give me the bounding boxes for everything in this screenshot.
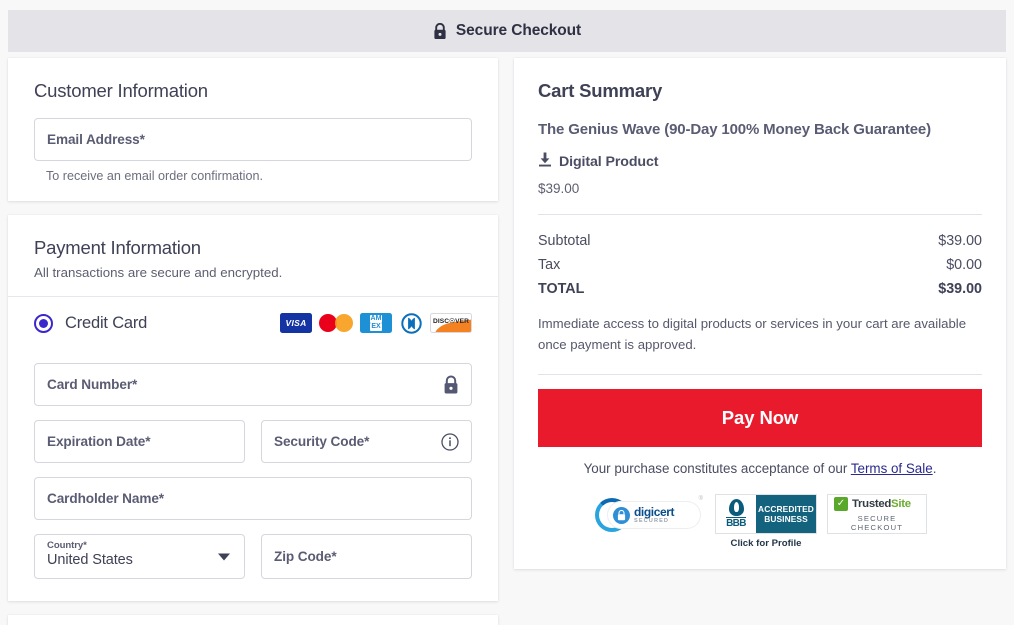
info-icon[interactable]: [441, 432, 459, 451]
expiry-security-row: Expiration Date* Security Code*: [34, 420, 472, 463]
email-helper-text: To receive an email order confirmation.: [46, 169, 263, 183]
cart-summary-card: Cart Summary The Genius Wave (90-Day 100…: [514, 58, 1006, 570]
trustedsite-box: ✓ TrustedSite SECURE CHECKOUT: [827, 494, 927, 535]
tax-label: Tax: [538, 256, 561, 273]
bbb-box: BBB ACCREDITED BUSINESS: [715, 494, 817, 535]
amex-logo: AM EX: [360, 313, 392, 333]
mastercard-orange-circle: [335, 314, 353, 332]
total-value: $39.00: [938, 280, 982, 297]
left-column: Customer Information Email Address* To r…: [8, 58, 498, 625]
radio-selected-dot: [39, 318, 48, 328]
terms-of-sale-link[interactable]: Terms of Sale: [851, 461, 933, 476]
bbb-torch-icon: [728, 499, 744, 517]
discover-logo: DISC☉VER: [430, 313, 472, 333]
digicert-pill: digicert SECURED: [607, 501, 701, 530]
email-field-placeholder: Email Address*: [47, 132, 145, 147]
bbb-line-1: ACCREDITED: [758, 503, 814, 514]
tax-row: Tax $0.00: [538, 253, 982, 277]
cardholder-name-placeholder: Cardholder Name*: [47, 491, 165, 506]
zip-code-field[interactable]: Zip Code*: [261, 534, 472, 579]
email-field[interactable]: Email Address*: [34, 118, 472, 161]
trustedsite-name-b: Site: [891, 497, 911, 510]
visa-logo: VISA: [280, 313, 312, 333]
pay-now-button[interactable]: Pay Now: [538, 389, 982, 448]
terms-note-prefix: Your purchase constitutes acceptance of …: [583, 461, 851, 477]
right-column: Cart Summary The Genius Wave (90-Day 100…: [514, 58, 1006, 583]
delivery-type-label: Digital Product: [559, 153, 659, 170]
amex-line-2: EX: [370, 323, 382, 331]
check-icon: ✓: [834, 496, 848, 511]
payment-information-subtitle: All transactions are secure and encrypte…: [34, 265, 283, 280]
expiration-date-placeholder: Expiration Date*: [47, 434, 151, 449]
credit-card-option-row[interactable]: Credit Card VISA AM EX DISC☉VER: [8, 297, 498, 345]
download-icon: [538, 152, 552, 172]
terms-note-suffix: .: [932, 461, 937, 477]
chevron-down-icon: [218, 553, 230, 560]
bbb-badge[interactable]: BBB ACCREDITED BUSINESS Click for Profil…: [715, 494, 817, 549]
trustedsite-wordmark: TrustedSite: [852, 498, 911, 510]
zip-code-placeholder: Zip Code*: [274, 549, 337, 564]
digicert-secured-label: SECURED: [634, 517, 670, 524]
country-zip-row: Country* United States Zip Code*: [34, 534, 472, 579]
amex-line-1: AM: [369, 315, 383, 323]
bbb-logo: BBB: [716, 495, 756, 534]
lock-icon: [443, 375, 459, 394]
total-label: TOTAL: [538, 280, 585, 297]
discover-wordmark: DISC☉VER: [432, 318, 470, 325]
trustedsite-top: ✓ TrustedSite: [834, 496, 920, 511]
trustedsite-name-a: Trusted: [852, 497, 892, 510]
secure-checkout-header: Secure Checkout: [8, 10, 1006, 52]
digicert-text: digicert SECURED: [634, 504, 675, 525]
credit-card-label: Credit Card: [65, 313, 148, 332]
terms-note: Your purchase constitutes acceptance of …: [538, 461, 982, 476]
product-price: $39.00: [538, 180, 580, 196]
country-select[interactable]: Country* United States: [34, 534, 245, 579]
trustedsite-badge[interactable]: ✓ TrustedSite SECURE CHECKOUT: [827, 494, 927, 535]
credit-card-radio[interactable]: [34, 313, 53, 333]
secure-checkout-title: Secure Checkout: [455, 22, 582, 39]
cart-summary-title: Cart Summary: [538, 80, 663, 101]
delivery-type-row: Digital Product: [538, 152, 982, 172]
digicert-badge[interactable]: digicert SECURED ®: [593, 494, 705, 536]
subtotal-value: $39.00: [938, 232, 982, 249]
payment-information-title: Payment Information: [34, 237, 201, 258]
bbb-click-for-profile[interactable]: Click for Profile: [715, 538, 817, 549]
expiration-date-field[interactable]: Expiration Date*: [34, 420, 245, 463]
trust-badges: digicert SECURED ® BBB ACCREDITED BUSINE…: [538, 494, 982, 549]
total-row: TOTAL $39.00: [538, 277, 982, 301]
country-select-label: Country*: [47, 540, 87, 551]
card-number-placeholder: Card Number*: [47, 377, 138, 392]
bbb-acronym: BBB: [726, 517, 747, 530]
lock-icon: [613, 506, 630, 524]
cart-divider-bottom: [538, 374, 982, 376]
subtotal-row: Subtotal $39.00: [538, 229, 982, 253]
bbb-accredited-text: ACCREDITED BUSINESS: [756, 495, 816, 534]
payment-information-card: Payment Information All transactions are…: [8, 215, 498, 601]
registered-mark-icon: ®: [698, 496, 703, 503]
trustedsite-sub: SECURE CHECKOUT: [850, 513, 904, 532]
cart-divider-top: [538, 213, 982, 215]
customer-information-card: Customer Information Email Address* To r…: [8, 58, 498, 201]
checkout-page: Secure Checkout Customer Information Ema…: [0, 0, 1014, 625]
product-name: The Genius Wave (90-Day 100% Money Back …: [538, 121, 931, 138]
digicert-wordmark: digicert: [634, 504, 675, 519]
tax-value: $0.00: [946, 256, 982, 273]
customer-information-title: Customer Information: [34, 80, 208, 101]
security-code-placeholder: Security Code*: [274, 434, 370, 449]
security-code-field[interactable]: Security Code*: [261, 420, 472, 463]
lock-icon: [433, 22, 447, 40]
bbb-line-2: BUSINESS: [764, 514, 808, 525]
immediate-access-note: Immediate access to digital products or …: [538, 315, 967, 353]
mastercard-logo: [319, 313, 353, 333]
subtotal-label: Subtotal: [538, 232, 591, 249]
next-section-card-partial: [8, 615, 498, 625]
diners-club-logo: [399, 312, 423, 334]
country-select-value: United States: [47, 552, 133, 568]
card-brand-logos: VISA AM EX DISC☉VER: [280, 312, 472, 334]
card-number-field[interactable]: Card Number*: [34, 363, 472, 406]
cardholder-name-field[interactable]: Cardholder Name*: [34, 477, 472, 520]
